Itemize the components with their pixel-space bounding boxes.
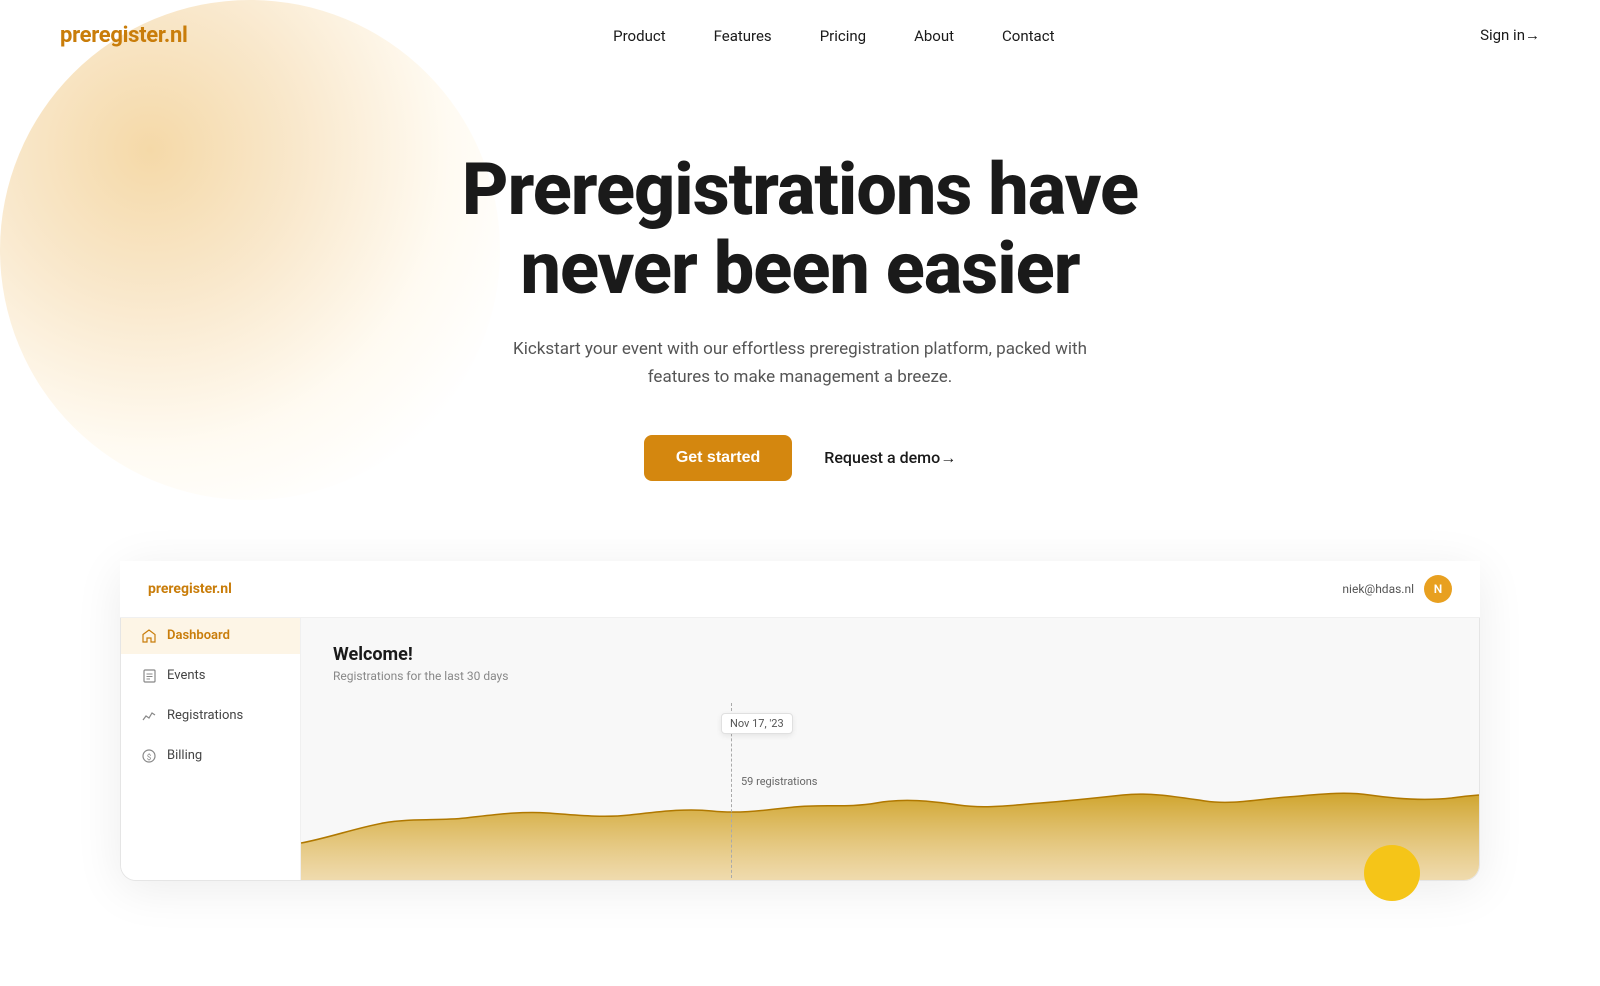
svg-text:$: $ bbox=[147, 753, 152, 762]
app-header: preregister.nl niek@hdas.nl N bbox=[120, 561, 1480, 618]
sidebar-label-billing: Billing bbox=[167, 748, 202, 763]
nav-item-about[interactable]: About bbox=[914, 26, 954, 45]
app-user-email: niek@hdas.nl bbox=[1342, 582, 1414, 596]
chart-container: Nov 17, '23 59 registrations bbox=[301, 703, 1479, 880]
request-demo-link[interactable]: Request a demo→ bbox=[824, 448, 956, 468]
file-icon bbox=[141, 668, 157, 684]
hero-headline: Preregistrations have never been easier bbox=[350, 150, 1250, 308]
nav-link-about[interactable]: About bbox=[914, 27, 954, 45]
nav-item-pricing[interactable]: Pricing bbox=[820, 26, 866, 45]
nav-item-product[interactable]: Product bbox=[613, 26, 665, 45]
avatar: N bbox=[1424, 575, 1452, 603]
app-user: niek@hdas.nl N bbox=[1342, 575, 1452, 603]
sidebar-item-events[interactable]: Events bbox=[121, 658, 300, 694]
signin-link[interactable]: Sign in→ bbox=[1480, 26, 1540, 44]
nav-link-pricing[interactable]: Pricing bbox=[820, 27, 866, 45]
tooltip-registrations: 59 registrations bbox=[741, 775, 817, 788]
registrations-chart bbox=[301, 723, 1479, 880]
app-preview: preregister.nl niek@hdas.nl N bbox=[120, 561, 1480, 881]
hero-headline-line2: never been easier bbox=[520, 226, 1079, 311]
dashboard-subtitle: Registrations for the last 30 days bbox=[333, 669, 1447, 683]
hero-subtext: Kickstart your event with our effortless… bbox=[490, 336, 1110, 390]
chart-icon bbox=[141, 708, 157, 724]
sidebar-item-registrations[interactable]: Registrations bbox=[121, 698, 300, 734]
hero-headline-line1: Preregistrations have bbox=[462, 147, 1138, 232]
tooltip-date: Nov 17, '23 bbox=[721, 713, 793, 734]
sidebar-label-registrations: Registrations bbox=[167, 708, 243, 723]
nav-link-contact[interactable]: Contact bbox=[1002, 27, 1054, 45]
dollar-icon: $ bbox=[141, 748, 157, 764]
app-logo: preregister.nl bbox=[148, 581, 232, 597]
sidebar-item-billing[interactable]: $ Billing bbox=[121, 738, 300, 774]
nav-link-features[interactable]: Features bbox=[714, 27, 772, 45]
sidebar-label-events: Events bbox=[167, 668, 205, 683]
hero-buttons: Get started Request a demo→ bbox=[60, 435, 1540, 481]
hero-section: Preregistrations have never been easier … bbox=[0, 70, 1600, 541]
yellow-circle-decoration bbox=[1364, 845, 1420, 901]
nav-logo[interactable]: preregister.nl bbox=[60, 23, 188, 48]
app-preview-wrapper: preregister.nl niek@hdas.nl N bbox=[0, 561, 1600, 881]
nav-link-product[interactable]: Product bbox=[613, 27, 665, 45]
nav-item-features[interactable]: Features bbox=[714, 26, 772, 45]
dashboard-title: Welcome! bbox=[333, 644, 1447, 665]
sidebar-label-dashboard: Dashboard bbox=[167, 628, 230, 643]
app-preview-outer: preregister.nl niek@hdas.nl N bbox=[120, 561, 1480, 881]
sidebar-item-dashboard[interactable]: Dashboard bbox=[121, 618, 300, 654]
navbar: preregister.nl Product Features Pricing … bbox=[0, 0, 1600, 70]
nav-item-contact[interactable]: Contact bbox=[1002, 26, 1054, 45]
get-started-button[interactable]: Get started bbox=[644, 435, 792, 481]
home-icon bbox=[141, 628, 157, 644]
app-main-content: Welcome! Registrations for the last 30 d… bbox=[301, 616, 1479, 683]
chart-tooltip: Nov 17, '23 bbox=[721, 713, 793, 734]
nav-links: Product Features Pricing About Contact bbox=[613, 26, 1054, 45]
